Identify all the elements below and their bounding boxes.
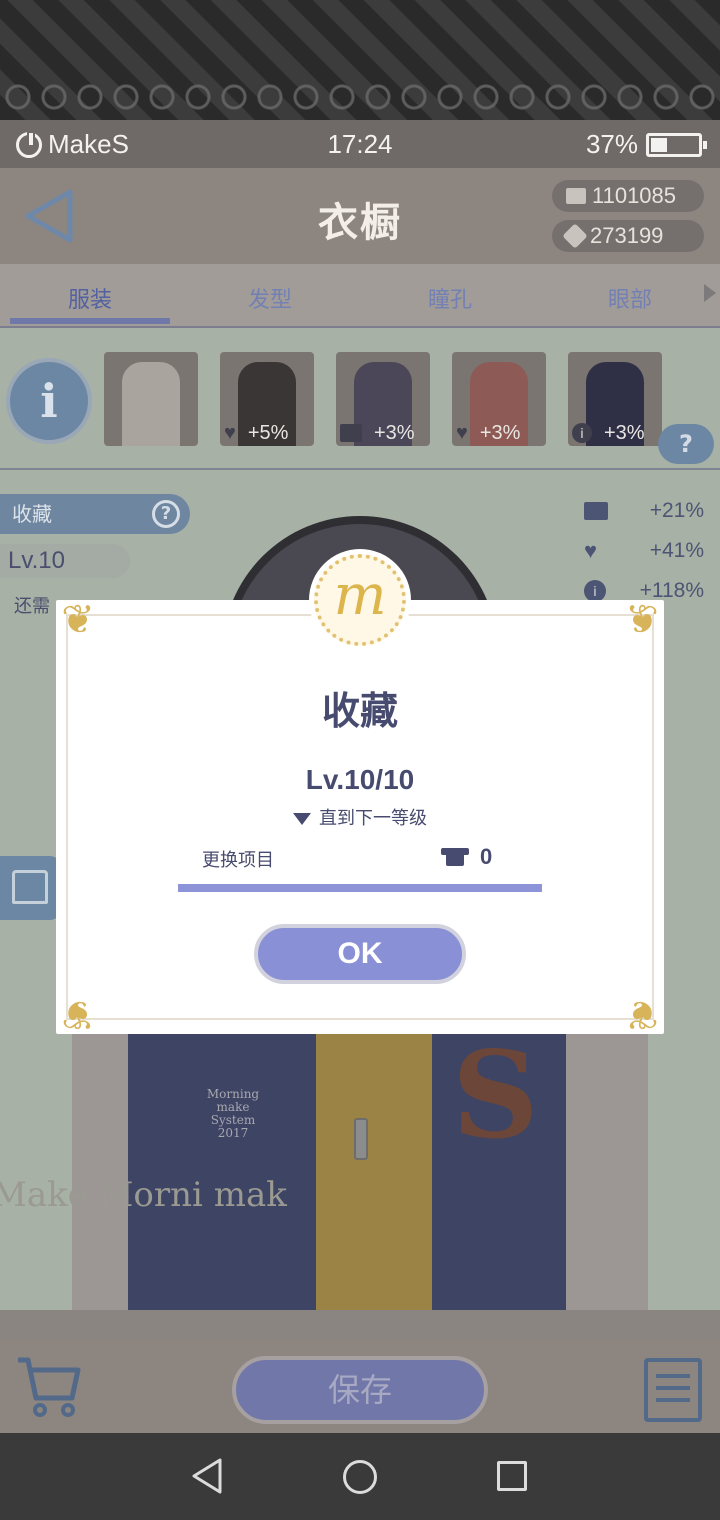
tab-clothing[interactable]: 服装 <box>10 282 170 314</box>
nav-recents-icon[interactable] <box>497 1461 527 1491</box>
tag-icon <box>562 223 588 249</box>
book-icon <box>566 188 586 204</box>
header: 衣橱 1101085 273199 <box>0 168 720 264</box>
stat-value: +41% <box>649 539 704 562</box>
jacket-letter: S <box>452 1025 539 1166</box>
character-sleeve-right <box>566 1030 648 1310</box>
battery-percent: 37% <box>585 129 638 159</box>
item-bonus-value: +5% <box>247 421 289 444</box>
collection-need-text: 还需 <box>14 596 50 617</box>
heart-icon: ♥ <box>224 421 236 444</box>
corner-ornament-icon: ❦ <box>625 991 659 1037</box>
character-pendant <box>354 1118 368 1160</box>
background-watermark: Make Morni mak <box>0 1175 287 1215</box>
status-bar: MakeS 17:24 37% <box>0 120 720 168</box>
next-level-row: 直到下一等级 <box>56 804 664 830</box>
stat-value: +21% <box>649 499 704 522</box>
book-icon <box>340 424 362 442</box>
outfit-thumbnail <box>122 362 180 446</box>
stat-row-book: +21% <box>584 496 704 526</box>
book-icon <box>584 502 608 520</box>
item-bonus-3: +3% <box>336 418 430 448</box>
jacket-print: Morning make System 2017 <box>206 1087 260 1140</box>
corner-ornament-icon: ❦ <box>625 597 659 643</box>
battery-icon <box>646 132 707 157</box>
collection-level: Lv.10 <box>0 544 130 578</box>
collection-dialog: ❦ ❦ ❦ ❦ 收藏 Lv.10/10 直到下一等级 更换项目 0 OK <box>56 554 664 1037</box>
triangle-down-icon <box>293 813 311 825</box>
save-button[interactable]: 保存 <box>232 1356 488 1424</box>
info-button[interactable]: i <box>6 358 92 444</box>
top-lace-decoration <box>0 0 720 120</box>
item-bonus-5: i +3% <box>568 418 662 448</box>
corner-ornament-icon: ❦ <box>61 597 95 643</box>
next-level-label: 直到下一等级 <box>319 808 427 829</box>
heart-icon: ♥ <box>584 538 598 563</box>
currency-gold-value: 1101085 <box>592 183 677 208</box>
character-shirt <box>316 1030 432 1310</box>
tab-active-indicator <box>10 318 170 324</box>
bottom-strip <box>0 1310 720 1340</box>
tab-hairstyle[interactable]: 发型 <box>190 282 350 314</box>
item-bonus-2: ♥ +5% <box>220 418 314 448</box>
status-battery: 37% <box>585 129 707 160</box>
currency-tickets-value: 273199 <box>590 223 664 248</box>
category-tabs: 服装 发型 瞳孔 眼部 <box>0 264 720 328</box>
shopping-cart-icon[interactable] <box>16 1354 82 1418</box>
currency-tickets: 273199 <box>552 220 704 252</box>
nav-back-icon[interactable] <box>190 1457 224 1495</box>
info-icon: i <box>572 423 592 443</box>
currency-gold: 1101085 <box>552 180 704 212</box>
collection-help-icon[interactable]: ? <box>152 500 180 528</box>
level-progress-bar <box>178 884 542 892</box>
shirt-icon <box>441 848 469 866</box>
tab-pupils[interactable]: 瞳孔 <box>370 282 530 314</box>
dialog-title: 收藏 <box>321 689 398 733</box>
tab-eyes[interactable]: 眼部 <box>550 282 710 314</box>
outfit-item-1[interactable] <box>104 352 198 446</box>
help-icon[interactable]: ? <box>658 424 714 464</box>
change-items-count: 0 <box>480 844 493 869</box>
dialog-level: Lv.10/10 <box>305 764 415 795</box>
nav-home-icon[interactable] <box>343 1460 377 1494</box>
ok-button[interactable]: OK <box>254 924 466 984</box>
outfit-side-button[interactable] <box>0 856 60 920</box>
android-navigation-bar <box>0 1433 720 1520</box>
item-bonus-value: +3% <box>374 421 415 444</box>
item-bonus-value: +3% <box>604 421 645 444</box>
item-bonus-4: ♥ +3% <box>452 418 546 448</box>
game-logo-medal-icon <box>314 554 406 646</box>
corner-ornament-icon: ❦ <box>61 991 95 1037</box>
item-bonus-value: +3% <box>479 421 521 444</box>
notes-icon[interactable] <box>644 1358 702 1422</box>
divider <box>0 468 720 470</box>
shirt-icon <box>12 870 48 904</box>
heart-icon: ♥ <box>456 421 468 444</box>
change-items-label: 更换项目 <box>202 850 274 871</box>
stat-row-heart: ♥ +41% <box>584 536 704 566</box>
tabs-scroll-right-icon[interactable] <box>704 284 716 302</box>
info-icon: i <box>584 580 606 602</box>
